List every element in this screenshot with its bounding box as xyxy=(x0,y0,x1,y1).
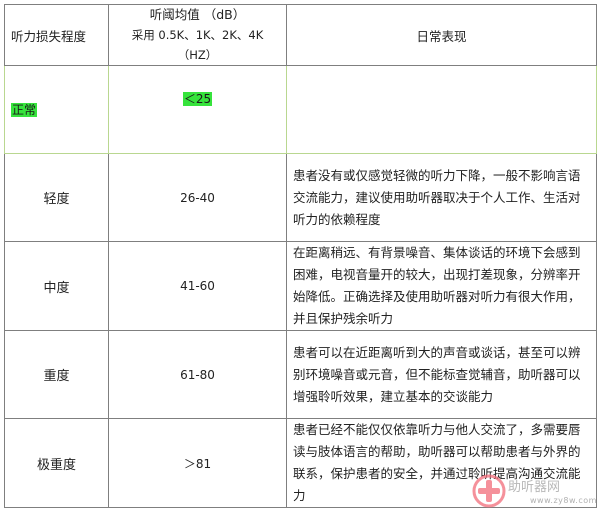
watermark-url: www.zy8w.com xyxy=(530,496,597,505)
header-threshold-title: 听阈均值 （dB） xyxy=(149,7,246,22)
level-label: 重度 xyxy=(4,330,109,419)
level-label: 极重度 xyxy=(4,418,109,508)
threshold-value: ＜25 xyxy=(182,92,213,106)
description-cell: 在距离稍远、有背景噪音、集体谈话的环境下会感到困难，电视音量开的较大，出现打差现… xyxy=(286,241,597,331)
watermark: 助听器网 www.zy8w.com xyxy=(472,474,596,508)
header-degree: 听力损失程度 xyxy=(4,4,109,66)
level-label: 正常 xyxy=(11,103,38,117)
threshold-value: ＞81 xyxy=(108,418,287,508)
page: 听力损失程度 听阈均值 （dB） 采用 0.5K、1K、2K、4K（HZ） 日常… xyxy=(0,0,600,515)
description-cell xyxy=(286,65,597,154)
table-row-severe: 重度 61-80 患者可以在近距离听到大的声音或谈话，甚至可以辨别环境噪音或元音… xyxy=(4,330,597,419)
header-daily: 日常表现 xyxy=(286,4,597,66)
header-threshold: 听阈均值 （dB） 采用 0.5K、1K、2K、4K（HZ） xyxy=(108,4,287,66)
threshold-value: 61-80 xyxy=(108,330,287,419)
description-cell: 患者可以在近距离听到大的声音或谈话，甚至可以辨别环境噪音或元音，但不能标查觉辅音… xyxy=(286,330,597,419)
value-cell: ＜25 xyxy=(108,65,287,154)
table-header-row: 听力损失程度 听阈均值 （dB） 采用 0.5K、1K、2K、4K（HZ） 日常… xyxy=(4,4,597,66)
table-row-normal: 正常 ＜25 xyxy=(4,65,597,154)
hearing-loss-table: 听力损失程度 听阈均值 （dB） 采用 0.5K、1K、2K、4K（HZ） 日常… xyxy=(4,4,597,508)
watermark-text: 助听器网 xyxy=(508,480,561,495)
level-label: 轻度 xyxy=(4,153,109,242)
table-row-mild: 轻度 26-40 患者没有或仅感觉轻微的听力下降，一般不影响言语交流能力，建议使… xyxy=(4,153,597,242)
level-label: 中度 xyxy=(4,241,109,331)
threshold-value: 26-40 xyxy=(108,153,287,242)
table-row-moderate: 中度 41-60 在距离稍远、有背景噪音、集体谈话的环境下会感到困难，电视音量开… xyxy=(4,241,597,331)
header-threshold-frequencies: 采用 0.5K、1K、2K、4K（HZ） xyxy=(131,28,264,62)
threshold-value: 41-60 xyxy=(108,241,287,331)
description-cell: 患者没有或仅感觉轻微的听力下降，一般不影响言语交流能力，建议使用助听器取决于个人… xyxy=(286,153,597,242)
hearing-aid-logo-icon xyxy=(472,474,506,508)
level-cell: 正常 xyxy=(4,65,109,154)
